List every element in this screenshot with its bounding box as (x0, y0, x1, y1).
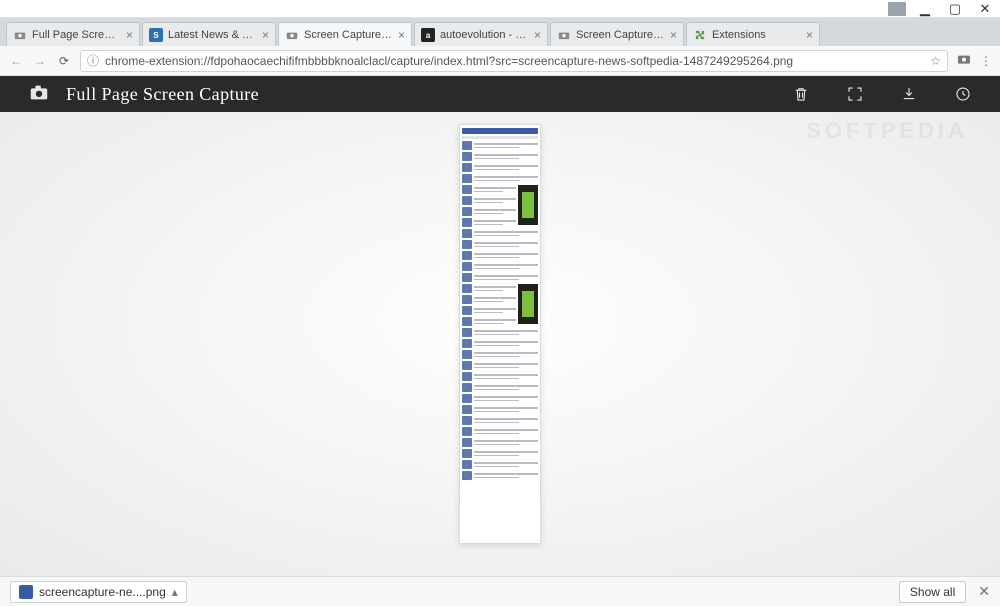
browser-tab[interactable]: Screen Capture Result × (278, 22, 412, 46)
tab-close-icon[interactable]: × (670, 28, 677, 42)
tab-close-icon[interactable]: × (534, 28, 541, 42)
bookmark-star-icon[interactable]: ☆ (930, 54, 941, 68)
url-text: chrome-extension://fdpohaocaechififmbbbb… (105, 54, 924, 68)
address-bar[interactable]: ⓘ chrome-extension://fdpohaocaechififmbb… (80, 50, 948, 72)
download-filename: screencapture-ne....png (39, 585, 166, 599)
tab-favicon: a (421, 28, 435, 42)
fullscreen-button[interactable] (846, 85, 864, 103)
tab-title: Screen Capture Result (576, 29, 665, 41)
tab-close-icon[interactable]: × (126, 28, 133, 42)
capture-viewport: SOFTPEDIA (0, 112, 1000, 576)
window-titlebar: ▁ ▢ ✕ (0, 0, 1000, 18)
tab-favicon (693, 28, 707, 42)
window-close-button[interactable]: ✕ (970, 1, 1000, 17)
browser-tab[interactable]: S Latest News & Reviews × (142, 22, 276, 46)
downloads-bar-close-button[interactable]: ✕ (978, 583, 990, 600)
app-logo-camera-icon (28, 82, 50, 107)
delete-button[interactable] (792, 85, 810, 103)
browser-tab[interactable]: Screen Capture Result × (550, 22, 684, 46)
browser-tab[interactable]: Full Page Screen Captu × (6, 22, 140, 46)
app-header: Full Page Screen Capture (0, 76, 1000, 112)
download-button[interactable] (900, 85, 918, 103)
browser-menu-button[interactable]: ⋮ (980, 54, 992, 68)
user-avatar[interactable] (888, 2, 906, 16)
extension-camera-icon[interactable] (956, 51, 972, 70)
tab-title: Extensions (712, 29, 801, 41)
reload-button[interactable]: ⟳ (56, 54, 72, 68)
toolbar: ← → ⟳ ⓘ chrome-extension://fdpohaocaechi… (0, 46, 1000, 76)
tab-favicon: S (149, 28, 163, 42)
back-button[interactable]: ← (8, 54, 24, 68)
browser-tab[interactable]: a autoevolution - autom × (414, 22, 548, 46)
tab-favicon (13, 28, 27, 42)
window-maximize-button[interactable]: ▢ (940, 1, 970, 17)
download-caret-icon[interactable]: ▴ (172, 585, 178, 599)
forward-button[interactable]: → (32, 54, 48, 68)
svg-text:a: a (426, 30, 431, 39)
tab-title: Screen Capture Result (304, 29, 393, 41)
site-info-icon[interactable]: ⓘ (87, 52, 99, 69)
tab-favicon (557, 28, 571, 42)
file-icon (19, 585, 33, 599)
history-button[interactable] (954, 85, 972, 103)
capture-preview[interactable] (459, 124, 541, 544)
tab-title: autoevolution - autom (440, 29, 529, 41)
tab-close-icon[interactable]: × (262, 28, 269, 42)
svg-text:S: S (153, 30, 159, 39)
downloads-bar: screencapture-ne....png ▴ Show all ✕ (0, 576, 1000, 606)
watermark-text: SOFTPEDIA (806, 118, 968, 144)
browser-tab[interactable]: Extensions × (686, 22, 820, 46)
tab-strip: Full Page Screen Captu × S Latest News & Re… (0, 18, 1000, 46)
tab-favicon (285, 28, 299, 42)
tab-title: Full Page Screen Captu (32, 29, 121, 41)
tab-close-icon[interactable]: × (398, 28, 405, 42)
window-minimize-button[interactable]: ▁ (910, 1, 940, 17)
show-all-downloads-button[interactable]: Show all (899, 581, 966, 603)
app-title: Full Page Screen Capture (66, 84, 259, 105)
tab-close-icon[interactable]: × (806, 28, 813, 42)
download-item[interactable]: screencapture-ne....png ▴ (10, 581, 187, 603)
tab-title: Latest News & Reviews (168, 29, 257, 41)
